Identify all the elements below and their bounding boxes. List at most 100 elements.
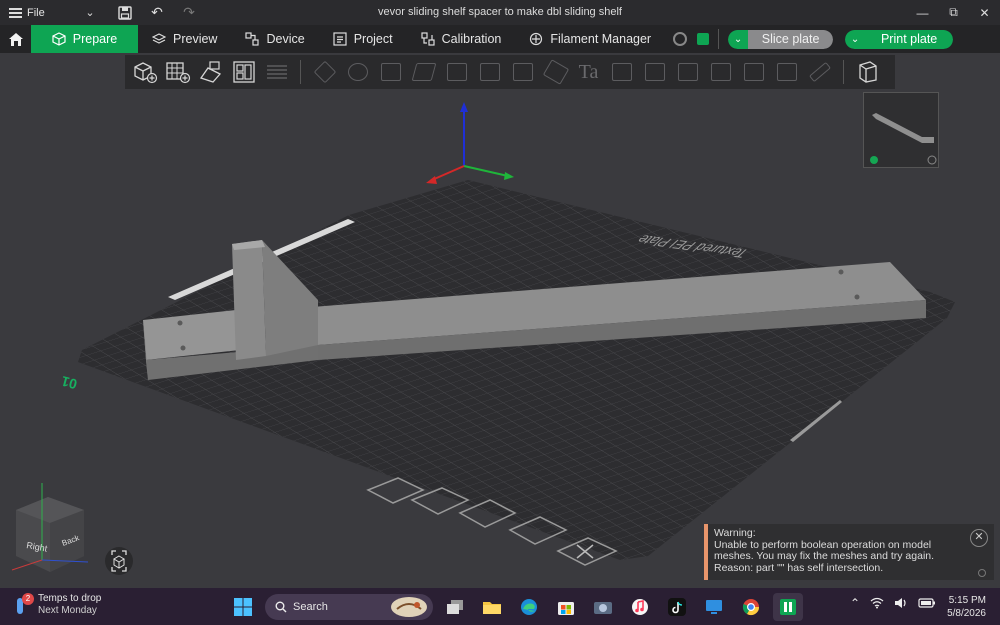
bambu-studio-taskbar-icon[interactable] (773, 593, 803, 621)
wifi-icon[interactable] (870, 597, 884, 609)
add-object-icon[interactable] (129, 57, 160, 87)
undo-icon[interactable]: ↶ (148, 4, 166, 22)
emboss-icon[interactable] (771, 57, 802, 87)
slice-plate-control[interactable]: ⌄ Slice plate (728, 29, 834, 49)
slice-plate-button[interactable]: Slice plate (748, 29, 834, 49)
clock-date: 5/8/2026 (947, 608, 986, 619)
assembly-icon[interactable] (639, 57, 670, 87)
slice-dropdown-chevron-icon[interactable]: ⌄ (728, 29, 749, 49)
file-menu[interactable]: File (0, 7, 80, 19)
print-plate-control[interactable]: ⌄ Print plate (845, 29, 954, 49)
split-layers-icon[interactable] (261, 57, 292, 87)
add-plate-icon[interactable] (162, 57, 193, 87)
file-menu-label[interactable]: File (27, 7, 45, 19)
arrange-icon[interactable] (228, 57, 259, 87)
tab-device[interactable]: Device (231, 25, 318, 53)
view-cube: Right Back (11, 483, 89, 572)
print-plate-button[interactable]: Print plate (865, 29, 954, 49)
tab-calibration-label: Calibration (441, 32, 502, 46)
warning-minimize-icon[interactable] (978, 569, 986, 577)
cut-icon[interactable] (441, 57, 472, 87)
layers-icon (152, 32, 166, 46)
chevron-down-icon[interactable]: ⌄ (80, 6, 100, 19)
auto-orient-icon[interactable] (195, 57, 226, 87)
main-nav: Prepare Preview Device Project Calibrati… (0, 25, 1000, 53)
prepare-toolbar: Ta (125, 55, 895, 89)
seam-paint-icon[interactable] (540, 57, 571, 87)
x-axis (431, 165, 465, 181)
tab-prepare-label: Prepare (72, 32, 118, 46)
measure-icon[interactable] (606, 57, 637, 87)
system-tray: ⌃ (850, 596, 936, 610)
tab-calibration[interactable]: Calibration (407, 25, 516, 53)
text-tool-icon[interactable]: Ta (573, 57, 604, 87)
tab-project[interactable]: Project (319, 25, 407, 53)
weather-widget[interactable]: 2 Temps to drop Next Monday (14, 593, 101, 617)
save-icon[interactable] (116, 4, 134, 22)
3d-viewport[interactable]: Textured PEI Plate 01 Right Back (0, 53, 1000, 588)
paint-icon[interactable] (804, 57, 835, 87)
tab-prepare[interactable]: Prepare (31, 25, 138, 53)
weather-badge: 2 (22, 593, 34, 605)
remote-desktop-icon[interactable] (699, 593, 729, 621)
volume-icon[interactable] (894, 597, 908, 609)
battery-icon[interactable] (918, 598, 936, 608)
brim-ears-icon[interactable] (672, 57, 703, 87)
plate-scene: Textured PEI Plate 01 Right Back (11, 102, 955, 575)
tab-filament-manager[interactable]: Filament Manager (515, 25, 665, 53)
search-label: Search (293, 601, 328, 613)
clock-time: 5:15 PM (948, 595, 986, 606)
print-dropdown-chevron-icon[interactable]: ⌄ (845, 29, 866, 49)
hamburger-menu-icon[interactable] (9, 7, 22, 18)
device-icon (245, 32, 260, 46)
tiktok-icon[interactable] (662, 593, 692, 621)
music-app-icon[interactable] (625, 593, 655, 621)
project-icon (333, 32, 347, 46)
weather-title: Temps to drop (38, 593, 102, 604)
search-icon (275, 601, 287, 613)
lay-on-face-icon[interactable] (408, 57, 439, 87)
home-button[interactable] (0, 25, 31, 53)
scale-icon[interactable] (375, 57, 406, 87)
camera-app-icon[interactable] (588, 593, 618, 621)
mesh-boolean-icon[interactable] (474, 57, 505, 87)
close-icon[interactable]: ✕ (969, 0, 1000, 25)
plate-settings-icon[interactable] (697, 33, 710, 45)
support-paint-icon[interactable] (507, 57, 538, 87)
flatten-icon[interactable] (738, 57, 769, 87)
tray-overflow-chevron-icon[interactable]: ⌃ (850, 596, 860, 610)
nav-divider (718, 29, 720, 49)
object-list-icon[interactable] (852, 57, 883, 87)
windows-taskbar: 2 Temps to drop Next Monday Search ⌃ 5:1… (0, 588, 1000, 625)
title-bar: File ⌄ ↶ ↷ vevor sliding shelf spacer to… (0, 0, 1000, 25)
edge-browser-icon[interactable] (514, 593, 544, 621)
y-axis (463, 165, 509, 177)
home-icon (8, 32, 23, 46)
minimize-icon[interactable]: — (907, 0, 938, 25)
windows-logo-icon (234, 598, 252, 616)
warning-close-icon[interactable]: ✕ (970, 529, 988, 547)
task-view-icon[interactable] (440, 593, 470, 621)
redo-icon[interactable]: ↷ (180, 4, 198, 22)
tab-preview-label: Preview (173, 32, 218, 46)
cube-icon (52, 32, 66, 46)
start-button[interactable] (228, 593, 258, 621)
warning-title: Warning: (714, 527, 756, 539)
thermometer-icon: 2 (14, 593, 34, 617)
rotate-icon[interactable] (342, 57, 373, 87)
file-explorer-icon[interactable] (477, 593, 507, 621)
chrome-browser-icon[interactable] (736, 593, 766, 621)
tab-preview[interactable]: Preview (138, 25, 231, 53)
move-icon[interactable] (309, 57, 340, 87)
plate-number: 01 (59, 373, 78, 393)
search-highlight-image (391, 597, 427, 617)
restore-icon[interactable]: ⧉ (938, 0, 969, 25)
variable-layer-icon[interactable] (705, 57, 736, 87)
plate-thumbnail[interactable] (863, 92, 939, 168)
settings-gear-icon[interactable] (673, 32, 688, 46)
tab-device-label: Device (266, 32, 305, 46)
system-clock[interactable]: 5:15 PM 5/8/2026 (947, 594, 986, 620)
calibration-icon (420, 32, 435, 46)
taskbar-search[interactable]: Search (265, 594, 433, 620)
microsoft-store-icon[interactable] (551, 593, 581, 621)
